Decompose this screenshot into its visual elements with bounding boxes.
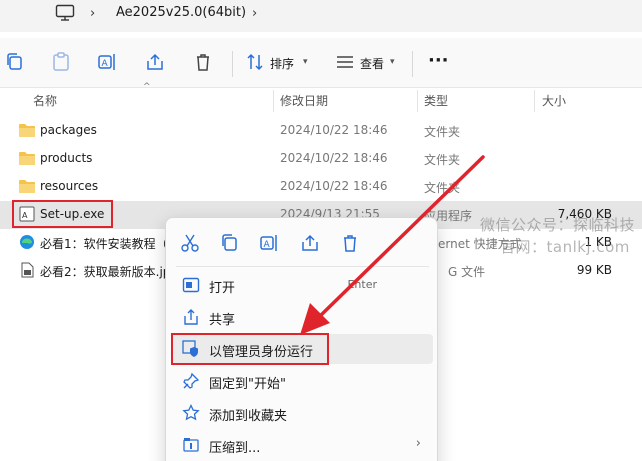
file-row[interactable]: products 2024/10/22 18:46 文件夹 [0,145,642,173]
breadcrumb-folder[interactable]: Ae2025v25.0(64bit) [116,5,246,20]
column-header-date[interactable]: 修改日期 [280,92,328,109]
chevron-right-icon[interactable]: › [252,6,257,21]
svg-text:A: A [264,240,271,250]
rename-icon[interactable]: A [258,232,280,254]
archive-icon [183,438,199,452]
menu-item-label: 共享 [209,313,236,328]
menu-item-shortcut: Enter [347,278,377,291]
chevron-down-icon[interactable]: ▾ [303,57,308,67]
column-header-type[interactable]: 类型 [424,92,448,109]
sort-ascending-icon: ^ [143,82,151,92]
address-bar: › Ae2025v25.0(64bit) › [0,0,642,32]
share-icon[interactable] [299,232,321,254]
file-name: products [40,151,93,165]
sort-button[interactable]: 排序 [270,55,294,72]
pin-icon [183,372,200,389]
file-name: packages [40,123,97,137]
file-date: 2024/10/22 18:46 [280,151,388,165]
edge-shortcut-icon [20,235,34,249]
chevron-right-icon[interactable]: › [90,6,95,21]
folder-icon [19,124,35,137]
watermark-line-1: 微信公众号：探临科技 [480,216,636,234]
file-type: 文件夹 [424,125,461,139]
highlight-box [12,200,113,228]
menu-item-open[interactable]: 打开 Enter [172,270,433,300]
more-options-button[interactable]: ··· [428,50,449,71]
file-type: 文件夹 [424,181,461,195]
menu-item-share[interactable]: 共享 [172,302,433,332]
menu-item-label: 打开 [209,281,236,296]
delete-icon[interactable] [192,51,214,73]
folder-icon [19,180,35,193]
copy-icon[interactable] [219,232,241,254]
file-date: 2024/10/22 18:46 [280,179,388,193]
column-header-size[interactable]: 大小 [542,92,566,109]
chevron-right-icon: › [415,436,421,451]
file-type: G 文件 [448,265,486,279]
copy-icon[interactable] [4,51,26,73]
view-button[interactable]: 查看 [360,55,384,72]
menu-item-label: 添加到收藏夹 [209,409,288,424]
highlight-box [171,333,329,365]
open-icon [182,277,200,293]
paste-icon[interactable] [50,51,72,73]
column-header-name[interactable]: 名称 [33,92,57,109]
file-date: 2024/10/22 18:46 [280,123,388,137]
folder-icon [19,152,35,165]
watermark-line-2: 官网：tanlkj.com [500,238,630,256]
file-row[interactable]: packages 2024/10/22 18:46 文件夹 [0,117,642,145]
file-type: 文件夹 [424,153,461,167]
file-row[interactable]: resources 2024/10/22 18:46 文件夹 [0,173,642,201]
share-icon[interactable] [144,51,166,73]
menu-item-label: 压缩到... [209,441,261,456]
file-name: 必看1：软件安装教程（ [40,237,168,251]
menu-item-label: 固定到"开始" [209,377,286,392]
command-bar: A 排序 ▾ 查看 ▾ ··· [0,38,642,88]
delete-icon[interactable] [339,232,361,254]
sort-icon[interactable] [244,51,266,73]
file-size: 99 KB [576,263,612,277]
menu-item-compress[interactable]: 压缩到... › [172,430,433,460]
share-icon [184,309,198,325]
menu-item-add-to-favorites[interactable]: 添加到收藏夹 [172,398,433,428]
chevron-down-icon[interactable]: ▾ [390,57,395,67]
rename-icon[interactable]: A [96,51,118,73]
this-pc-icon[interactable] [55,4,75,22]
image-file-icon [21,262,34,278]
file-name: 必看2：获取最新版本.jp [40,265,171,279]
svg-text:A: A [102,59,109,69]
cut-icon[interactable] [179,232,201,254]
file-name: resources [40,179,99,193]
star-icon [182,404,200,421]
menu-item-pin-to-start[interactable]: 固定到"开始" [172,366,433,396]
view-icon[interactable] [334,51,356,73]
